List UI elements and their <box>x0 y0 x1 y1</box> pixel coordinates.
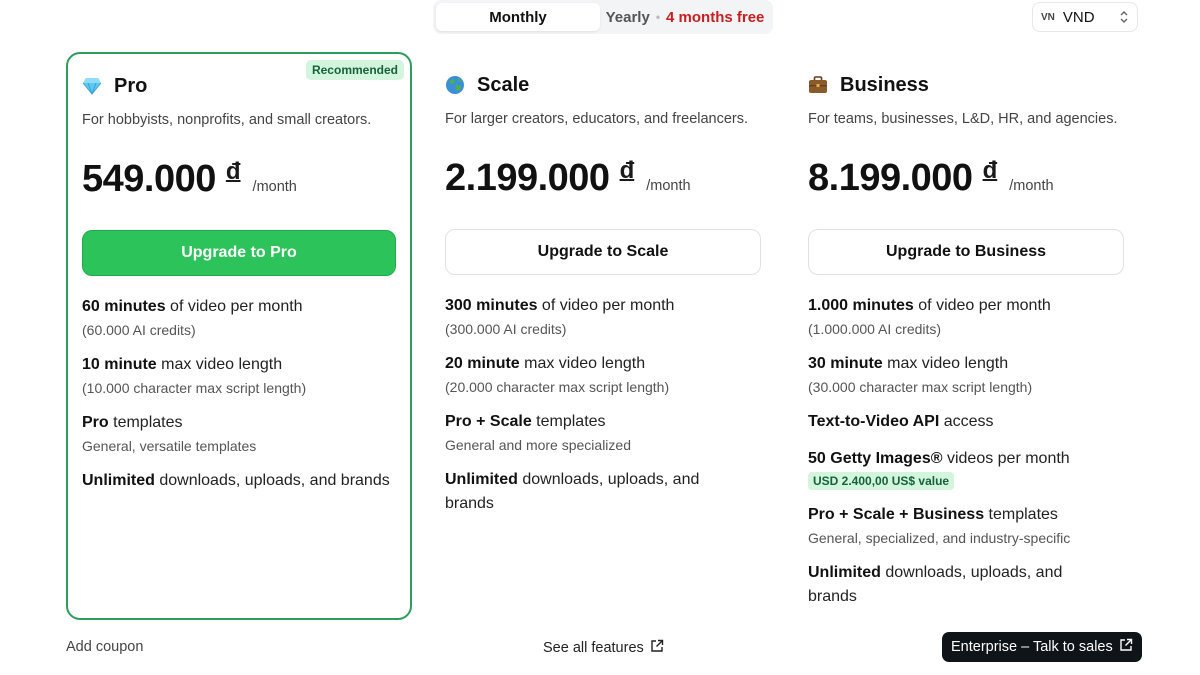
briefcase-icon <box>808 75 828 95</box>
feature-text: templates <box>984 506 1058 523</box>
feature-detail: (10.000 character max script length) <box>82 380 307 396</box>
feature-text: templates <box>108 414 183 431</box>
feature-item: 30 minute max video length (30.000 chara… <box>808 352 1124 397</box>
feature-item: Text-to-Video API access <box>808 410 1124 434</box>
plan-description: For teams, businesses, L&D, HR, and agen… <box>808 111 1118 127</box>
billing-period-toggle: Monthly Yearly • 4 months free <box>433 0 773 34</box>
feature-detail: (30.000 character max script length) <box>808 379 1033 395</box>
price-row: 2.199.000 đ /month <box>445 157 761 201</box>
add-coupon-link[interactable]: Add coupon <box>66 639 143 655</box>
feature-detail: (60.000 AI credits) <box>82 322 196 338</box>
feature-list: 60 minutes of video per month (60.000 AI… <box>82 295 396 493</box>
plan-name: Scale <box>477 73 530 96</box>
external-link-icon <box>650 639 664 657</box>
feature-text: templates <box>531 413 606 430</box>
upgrade-scale-button[interactable]: Upgrade to Scale <box>445 229 761 275</box>
feature-item: 10 minute max video length (10.000 chara… <box>82 353 396 398</box>
monthly-option[interactable]: Monthly <box>436 3 600 31</box>
feature-highlight: Unlimited <box>82 472 155 489</box>
feature-item: 300 minutes of video per month (300.000 … <box>445 294 761 339</box>
yearly-option[interactable]: Yearly • 4 months free <box>600 3 770 31</box>
feature-item: Pro templates General, versatile templat… <box>82 411 396 456</box>
upgrade-business-button[interactable]: Upgrade to Business <box>808 229 1124 275</box>
price-period: /month <box>646 178 691 194</box>
currency-symbol: đ <box>619 157 635 184</box>
enterprise-contact-button[interactable]: Enterprise – Talk to sales <box>942 632 1142 662</box>
feature-text: of video per month <box>537 297 675 314</box>
price-amount: 2.199.000 <box>445 157 610 199</box>
flag-icon: VN <box>1041 11 1055 23</box>
feature-highlight: Pro <box>82 414 109 431</box>
recommended-badge: Recommended <box>305 60 404 80</box>
feature-item: 20 minute max video length (20.000 chara… <box>445 352 761 397</box>
feature-highlight: 20 minute <box>445 355 520 372</box>
plan-name: Pro <box>114 74 148 97</box>
feature-detail: General, versatile templates <box>82 438 257 454</box>
feature-highlight: Unlimited <box>445 471 518 488</box>
upgrade-pro-button[interactable]: Upgrade to Pro <box>82 230 396 276</box>
feature-detail: General and more specialized <box>445 437 631 453</box>
feature-detail: (300.000 AI credits) <box>445 321 567 337</box>
feature-text: max video length <box>156 356 283 373</box>
feature-item: 1.000 minutes of video per month (1.000.… <box>808 294 1124 339</box>
select-chevron-icon <box>1119 10 1129 24</box>
feature-detail: General, specialized, and industry-speci… <box>808 530 1071 546</box>
feature-item: Pro + Scale + Business templates General… <box>808 503 1124 548</box>
feature-highlight: Unlimited <box>808 564 881 581</box>
plan-card-scale: Scale For larger creators, educators, an… <box>430 52 776 620</box>
price-amount: 549.000 <box>82 158 216 200</box>
feature-highlight: 60 minutes <box>82 298 166 315</box>
feature-text: access <box>939 413 994 430</box>
feature-item: 50 Getty Images® videos per month USD 2.… <box>808 447 1124 490</box>
feature-highlight: Pro + Scale + Business <box>808 506 985 523</box>
see-all-label: See all features <box>543 640 644 656</box>
enterprise-label: Enterprise – Talk to sales <box>951 639 1113 655</box>
currency-code: VND <box>1062 8 1095 26</box>
plan-description: For hobbyists, nonprofits, and small cre… <box>82 112 372 128</box>
globe-icon <box>445 75 465 95</box>
feature-list: 1.000 minutes of video per month (1.000.… <box>808 294 1124 609</box>
feature-highlight: 30 minute <box>808 355 883 372</box>
plan-name: Business <box>840 73 929 96</box>
feature-highlight: 50 Getty Images® <box>808 450 943 467</box>
feature-detail: (20.000 character max script length) <box>445 379 670 395</box>
external-link-icon <box>1119 638 1133 656</box>
feature-highlight: 1.000 minutes <box>808 297 914 314</box>
feature-item: 60 minutes of video per month (60.000 AI… <box>82 295 396 340</box>
feature-item: Unlimited downloads, uploads, and brands <box>82 469 396 493</box>
feature-text: max video length <box>519 355 646 372</box>
feature-item: Unlimited downloads, uploads, and brands <box>445 468 761 516</box>
plan-card-pro: Recommended Pro For hobbyists, nonprofit… <box>66 52 412 620</box>
feature-text: of video per month <box>165 298 303 315</box>
feature-text: max video length <box>882 355 1009 372</box>
see-all-features-link[interactable]: See all features <box>543 639 664 657</box>
price-row: 8.199.000 đ /month <box>808 157 1124 201</box>
currency-symbol: đ <box>982 157 998 184</box>
diamond-icon <box>82 76 102 96</box>
currency-select[interactable]: VN VND <box>1032 2 1138 32</box>
feature-highlight: Pro + Scale <box>445 413 532 430</box>
feature-highlight: 300 minutes <box>445 297 538 314</box>
yearly-label: Yearly <box>605 8 650 26</box>
price-period: /month <box>252 179 297 195</box>
feature-highlight: Text-to-Video API <box>808 413 940 430</box>
yearly-promo: 4 months free <box>666 8 765 26</box>
price-period: /month <box>1009 178 1054 194</box>
feature-highlight: 10 minute <box>82 356 157 373</box>
plan-card-business: Business For teams, businesses, L&D, HR,… <box>793 52 1139 620</box>
plan-description: For larger creators, educators, and free… <box>445 111 749 127</box>
feature-detail: (1.000.000 AI credits) <box>808 321 942 337</box>
feature-text: videos per month <box>942 450 1070 467</box>
feature-text: downloads, uploads, and brands <box>154 472 390 489</box>
feature-text: of video per month <box>913 297 1051 314</box>
feature-list: 300 minutes of video per month (300.000 … <box>445 294 761 516</box>
feature-item: Unlimited downloads, uploads, and brands <box>808 561 1124 609</box>
value-badge: USD 2.400,00 US$ value <box>808 472 955 490</box>
price-row: 549.000 đ /month <box>82 158 396 202</box>
price-amount: 8.199.000 <box>808 157 973 199</box>
currency-symbol: đ <box>225 158 241 185</box>
separator-dot: • <box>655 10 661 24</box>
feature-item: Pro + Scale templates General and more s… <box>445 410 761 455</box>
